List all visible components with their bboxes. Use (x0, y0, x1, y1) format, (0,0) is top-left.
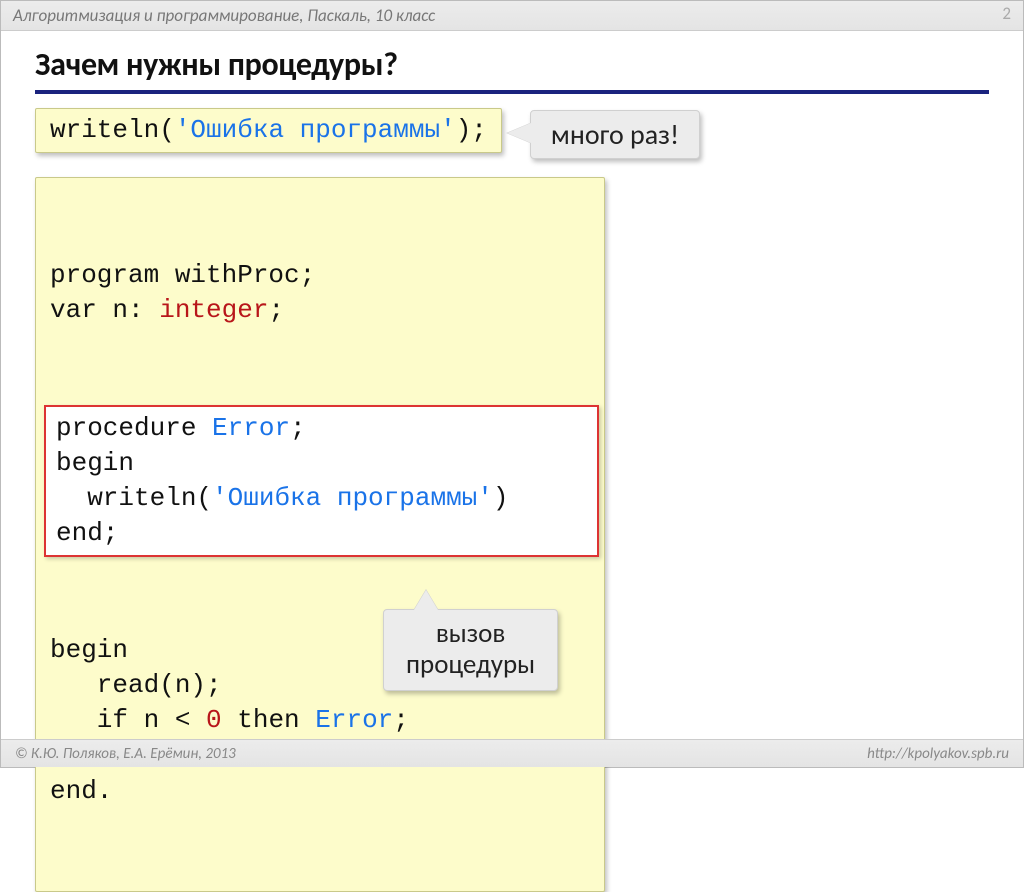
top-bar: Алгоритмизация и программирование, Паска… (1, 1, 1023, 31)
breadcrumb: Алгоритмизация и программирование, Паска… (13, 5, 435, 26)
code-procedure-box: procedure Error; begin writeln('Ошибка п… (44, 405, 599, 557)
callout-line1: вызов (436, 617, 506, 650)
footer: © К.Ю. Поляков, Е.А. Ерёмин, 2013 http:/… (1, 739, 1023, 767)
row-snippet: writeln('Ошибка программы'); много раз! (35, 108, 989, 159)
main-code-wrap: program withProc; var n: integer; proced… (35, 177, 605, 892)
code-top: program withProc; var n: integer; (50, 258, 590, 328)
slide-title: Зачем нужны процедуры? (35, 43, 989, 94)
code-snippet-1: writeln('Ошибка программы'); (35, 108, 502, 153)
code-main: program withProc; var n: integer; proced… (35, 177, 605, 892)
callout-line2: процедуры (406, 648, 535, 681)
slide: Алгоритмизация и программирование, Паска… (0, 0, 1024, 768)
page-number: 2 (1002, 3, 1011, 24)
footer-copyright: © К.Ю. Поляков, Е.А. Ерёмин, 2013 (15, 745, 236, 763)
footer-url: http://kpolyakov.spb.ru (867, 745, 1009, 763)
callout-procedure-call: вызов процедуры (383, 609, 558, 691)
callout-many-times: много раз! (530, 110, 700, 159)
